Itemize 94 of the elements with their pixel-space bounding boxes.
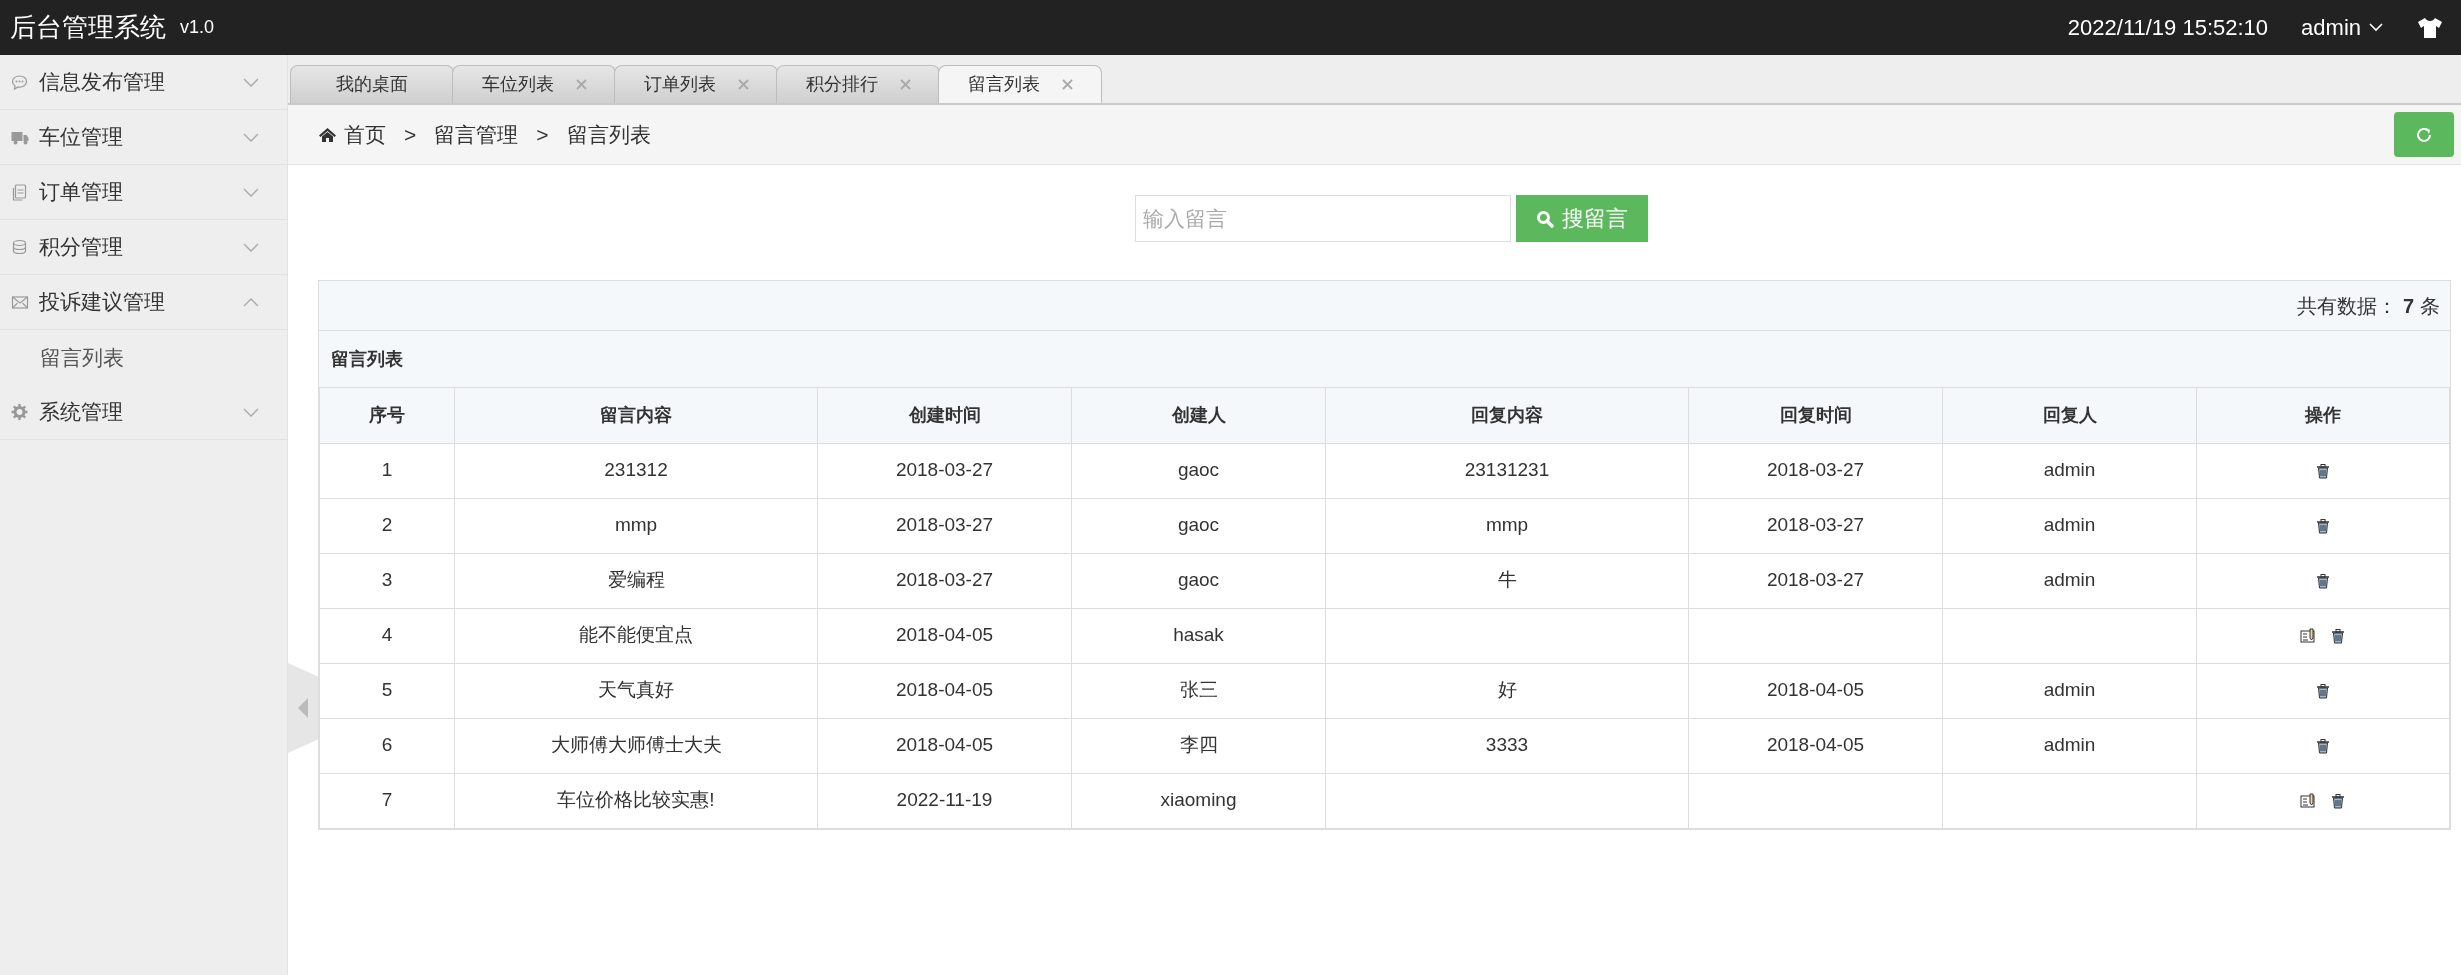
table-cell: 5: [319, 663, 455, 718]
table-cell: gaoc: [1071, 443, 1326, 498]
breadcrumb-link[interactable]: 留言管理: [434, 118, 519, 151]
breadcrumb-link[interactable]: 首页: [344, 118, 386, 151]
trash-icon[interactable]: [2315, 517, 2331, 534]
table-cell: 1: [319, 443, 455, 498]
table-cell: admin: [1942, 553, 2197, 608]
trash-icon[interactable]: [2330, 627, 2346, 644]
chat-bubble-icon: [11, 73, 29, 91]
column-header: 回复时间: [1688, 388, 1943, 443]
search-icon: [1535, 209, 1554, 228]
trash-icon[interactable]: [2315, 572, 2331, 589]
table-cell: 能不能便宜点: [454, 608, 818, 663]
sidebar-item[interactable]: 车位管理: [0, 110, 287, 165]
table-cell: 23131231: [1325, 443, 1689, 498]
trash-icon[interactable]: [2315, 737, 2331, 754]
table-cell: 张三: [1071, 663, 1326, 718]
table-cell: 4: [319, 608, 455, 663]
app-title: 后台管理系统: [10, 11, 166, 44]
column-header: 操作: [2196, 388, 2450, 443]
table-cell: hasak: [1071, 608, 1326, 663]
breadcrumb-separator: >: [536, 121, 549, 148]
home-icon[interactable]: [318, 126, 337, 143]
table-cell: 3333: [1325, 718, 1689, 773]
table-cell: 3: [319, 553, 455, 608]
column-header: 创建人: [1071, 388, 1326, 443]
tab[interactable]: 我的桌面: [290, 65, 454, 103]
sidebar-item[interactable]: 订单管理: [0, 165, 287, 220]
table-cell: 231312: [454, 443, 818, 498]
datetime: 2022/11/19 15:52:10: [2067, 14, 2269, 42]
table-cell: 2018-03-27: [817, 553, 1072, 608]
version-label: v1.0: [180, 16, 215, 39]
table-cell: 2018-03-27: [1688, 498, 1943, 553]
table-cell: 牛: [1325, 553, 1689, 608]
table-title: 留言列表: [331, 347, 403, 371]
table-cell: 爱编程: [454, 553, 818, 608]
triangle-left-icon: [298, 698, 308, 718]
table-cell: 2018-04-05: [817, 718, 1072, 773]
table-cell: 2022-11-19: [817, 773, 1072, 828]
column-header: 留言内容: [454, 388, 818, 443]
breadcrumb-separator: >: [404, 121, 417, 148]
column-header: 回复内容: [1325, 388, 1689, 443]
table-cell: 大师傅大师傅士大夫: [454, 718, 818, 773]
sidebar-item[interactable]: 投诉建议管理: [0, 275, 287, 330]
chevron-down-icon: [2369, 23, 2383, 32]
table-cell: 2018-04-05: [817, 608, 1072, 663]
table-cell: 7: [319, 773, 455, 828]
table-cell: xiaoming: [1071, 773, 1326, 828]
table-cell: admin: [1942, 718, 2197, 773]
table-cell: admin: [1942, 443, 2197, 498]
table-cell: 2018-04-05: [1688, 663, 1943, 718]
table-cell: 2018-03-27: [1688, 443, 1943, 498]
sidebar-item[interactable]: 积分管理: [0, 220, 287, 275]
column-header: 序号: [319, 388, 455, 443]
table-cell: 2018-04-05: [1688, 718, 1943, 773]
notepad-icon[interactable]: [2300, 627, 2316, 644]
table-cell: 2018-03-27: [817, 443, 1072, 498]
breadcrumb-link[interactable]: 留言列表: [566, 118, 651, 151]
table-cell: mmp: [454, 498, 818, 553]
table-cell: gaoc: [1071, 553, 1326, 608]
table-cell: 2018-03-27: [817, 498, 1072, 553]
table-cell: admin: [1942, 663, 2197, 718]
table-cell: 6: [319, 718, 455, 773]
sidebar-item[interactable]: 信息发布管理: [0, 55, 287, 110]
table-cell: 好: [1325, 663, 1689, 718]
tab[interactable]: 积分排行: [776, 65, 940, 103]
tab[interactable]: 车位列表: [452, 65, 616, 103]
tab[interactable]: 留言列表: [938, 65, 1102, 103]
sidebar-subitem[interactable]: 留言列表: [0, 330, 287, 385]
table-cell: 李四: [1071, 718, 1326, 773]
trash-icon[interactable]: [2315, 682, 2331, 699]
sidebar-item[interactable]: 系统管理: [0, 385, 287, 440]
gear-icon: [11, 403, 29, 421]
total-count: 共有数据： 7 条: [2296, 293, 2440, 319]
document-icon: [11, 183, 29, 201]
table-cell: mmp: [1325, 498, 1689, 553]
notepad-icon[interactable]: [2300, 792, 2316, 809]
search-field[interactable]: 输入留言: [1134, 195, 1511, 242]
tab[interactable]: 订单列表: [614, 65, 778, 103]
table-cell: 车位价格比较实惠!: [454, 773, 818, 828]
table-cell: 天气真好: [454, 663, 818, 718]
column-header: 创建时间: [817, 388, 1072, 443]
table-cell: 2018-03-27: [1688, 553, 1943, 608]
table-cell: 2018-04-05: [817, 663, 1072, 718]
shirt-icon[interactable]: [2417, 16, 2443, 39]
table-cell: admin: [1942, 498, 2197, 553]
database-icon: [11, 238, 29, 256]
table-cell: gaoc: [1071, 498, 1326, 553]
user-menu[interactable]: admin: [2301, 11, 2383, 44]
envelope-icon: [11, 293, 29, 311]
table-cell: 2: [319, 498, 455, 553]
trash-icon[interactable]: [2315, 462, 2331, 479]
trash-icon[interactable]: [2330, 792, 2346, 809]
column-header: 回复人: [1942, 388, 2197, 443]
